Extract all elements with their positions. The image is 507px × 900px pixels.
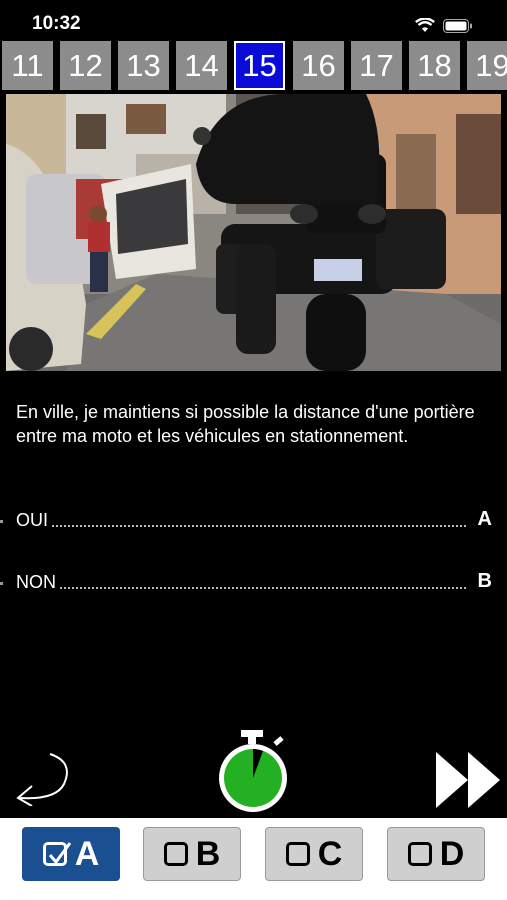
answer-letter: A [477, 508, 492, 530]
choice-letter: A [74, 834, 100, 873]
answer-bullet [0, 582, 3, 585]
question-text: En ville, je maintiens si possible la di… [16, 402, 475, 446]
answer-text: NON [16, 572, 60, 593]
answer-choice-bar: A B C D [0, 818, 507, 892]
question-number-tabs: 11 12 13 14 15 16 17 18 19 [0, 41, 507, 90]
wifi-icon [415, 17, 435, 38]
tab-question-14[interactable]: 14 [176, 41, 227, 90]
checkbox-icon [285, 842, 310, 866]
tab-question-16[interactable]: 16 [293, 41, 344, 90]
choice-button-a[interactable]: A [22, 827, 120, 881]
answer-letter: B [477, 570, 492, 592]
stopwatch-icon [215, 730, 295, 819]
back-arrow-icon[interactable] [10, 750, 72, 811]
answer-leader-dots [16, 587, 466, 589]
fast-forward-icon[interactable] [436, 752, 502, 813]
tab-question-13[interactable]: 13 [118, 41, 169, 90]
answer-row-b: NON B [16, 570, 492, 596]
answer-leader-dots [16, 525, 466, 527]
checkbox-icon [163, 842, 188, 866]
battery-icon [443, 18, 473, 38]
question-photo [6, 94, 501, 371]
choice-button-d[interactable]: D [387, 827, 485, 881]
tab-question-12[interactable]: 12 [60, 41, 111, 90]
answer-bullet [0, 520, 3, 523]
home-indicator-area [0, 892, 507, 900]
tab-question-15[interactable]: 15 [234, 41, 285, 90]
tab-question-19[interactable]: 19 [467, 41, 507, 90]
status-bar: 10:32 [0, 0, 507, 40]
answer-row-a: OUI A [16, 508, 492, 534]
choice-letter: B [195, 834, 221, 873]
tab-question-11[interactable]: 11 [2, 41, 53, 90]
question-controls [0, 730, 507, 820]
status-icons [415, 17, 473, 38]
choice-button-c[interactable]: C [265, 827, 363, 881]
status-time: 10:32 [32, 13, 81, 34]
checkbox-icon [407, 842, 432, 866]
choice-letter: C [317, 834, 343, 873]
answer-text: OUI [16, 510, 53, 531]
choice-letter: D [439, 834, 465, 873]
tab-question-17[interactable]: 17 [351, 41, 402, 90]
choice-button-b[interactable]: B [143, 827, 241, 881]
tab-question-18[interactable]: 18 [409, 41, 460, 90]
checked-box-icon [42, 842, 71, 866]
